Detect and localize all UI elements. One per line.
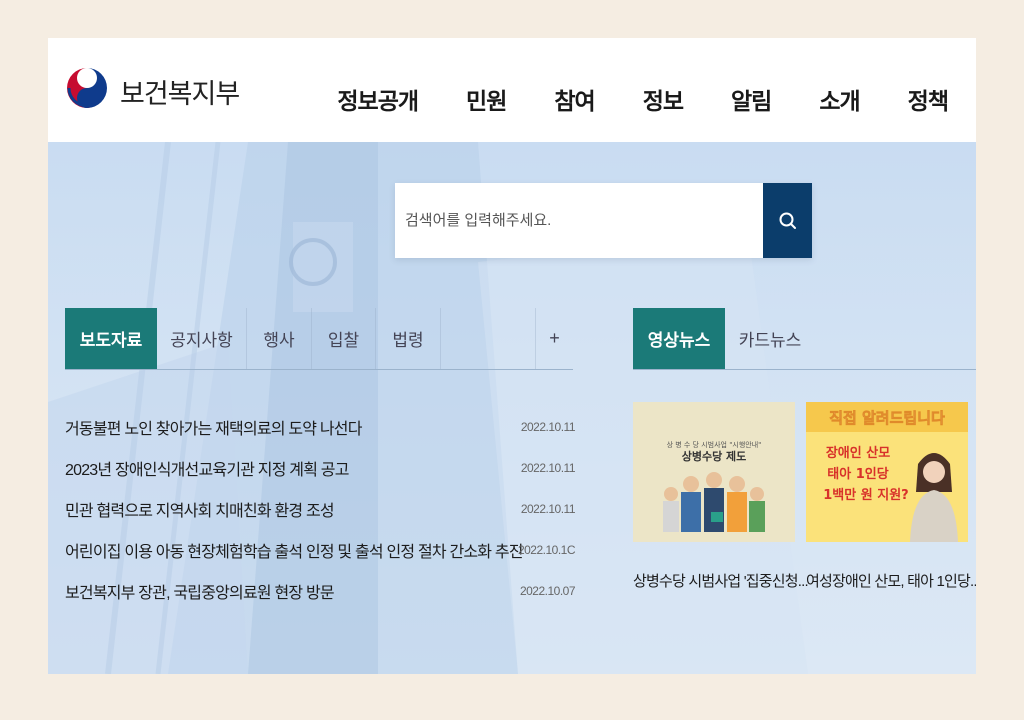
video-caption[interactable]: 상병수당 시범사업 '집중신청... xyxy=(633,570,809,591)
thumb-small-text: 상 병 수 당 시범사업 "시행안내" xyxy=(667,440,762,449)
news-title[interactable]: 어린이집 이용 아동 현장체험학습 출석 인정 및 출석 인정 절차 간소화 추… xyxy=(65,538,524,562)
thumb-line-2: 태아 1인당 xyxy=(827,466,888,482)
news-item: 어린이집 이용 아동 현장체험학습 출석 인정 및 출석 인정 절차 간소화 추… xyxy=(65,529,576,570)
news-title[interactable]: 2023년 장애인식개선교육기관 지정 계획 공고 xyxy=(65,456,349,480)
news-title[interactable]: 보건복지부 장관, 국립중앙의료원 현장 방문 xyxy=(65,579,335,603)
taegeuk-logo-icon xyxy=(67,68,107,108)
ministry-logo[interactable]: 보건복지부 xyxy=(64,58,240,124)
tab-press-release[interactable]: 보도자료 xyxy=(65,308,157,369)
search-button[interactable] xyxy=(763,183,812,258)
nav-about[interactable]: 소개 xyxy=(819,82,860,116)
header: 보건복지부 정보공개 민원 참여 정보 알림 소개 정책 xyxy=(48,38,976,142)
news-date: 2022.10.07 xyxy=(519,583,576,598)
video-caption[interactable]: 여성장애인 산모, 태아 1인당... xyxy=(806,570,976,591)
news-tabs: 보도자료 공지사항 행사 입찰 법령 + xyxy=(65,308,573,370)
video-thumbnail[interactable]: 직접 알려드립니다 장애인 산모 태아 1인당 1백만 원 지원? xyxy=(806,402,968,542)
logo-text: 보건복지부 xyxy=(120,78,240,109)
nav-policy[interactable]: 정책 xyxy=(908,82,949,116)
nav-notice[interactable]: 알림 xyxy=(731,82,772,116)
tab-card-news[interactable]: 카드뉴스 xyxy=(725,308,815,369)
sickness-allowance-illustration: 상 병 수 당 시범사업 "시행안내" 상병수당 제도 xyxy=(633,402,795,542)
news-date: 2022.10.11 xyxy=(520,419,576,434)
news-more-button[interactable]: + xyxy=(535,308,573,369)
pregnancy-support-illustration: 직접 알려드립니다 장애인 산모 태아 1인당 1백만 원 지원? xyxy=(806,402,968,542)
nav-info-disclosure[interactable]: 정보공개 xyxy=(337,82,419,116)
news-title[interactable]: 민관 협력으로 지역사회 치매친화 환경 조성 xyxy=(65,497,335,521)
tab-announcements[interactable]: 공지사항 xyxy=(157,308,247,369)
thumb-banner-text: 직접 알려드립니다 xyxy=(829,409,945,427)
news-item: 2023년 장애인식개선교육기관 지정 계획 공고 2022.10.11 xyxy=(65,447,576,488)
thumb-line-1: 장애인 산모 xyxy=(826,445,890,461)
search-icon xyxy=(779,212,796,229)
news-item: 보건복지부 장관, 국립중앙의료원 현장 방문 2022.10.07 xyxy=(65,570,576,611)
tab-bidding[interactable]: 입찰 xyxy=(312,308,376,369)
hero-section: 보도자료 공지사항 행사 입찰 법령 + 거동불편 노인 찾아가는 재택의료의 … xyxy=(48,142,976,674)
search-input[interactable] xyxy=(395,183,763,258)
news-date: 2022.10.11 xyxy=(520,501,576,516)
video-thumbnail[interactable]: 상 병 수 당 시범사업 "시행안내" 상병수당 제도 xyxy=(633,402,795,542)
tab-laws[interactable]: 법령 xyxy=(376,308,441,369)
nav-participation[interactable]: 참여 xyxy=(554,82,595,116)
main-navigation: 정보공개 민원 참여 정보 알림 소개 정책 xyxy=(289,82,949,116)
tab-events[interactable]: 행사 xyxy=(247,308,312,369)
news-date: 2022.10.11 xyxy=(520,460,576,475)
nav-civil-complaint[interactable]: 민원 xyxy=(466,82,507,116)
news-title[interactable]: 거동불편 노인 찾아가는 재택의료의 도약 나선다 xyxy=(65,415,362,439)
tab-video-news[interactable]: 영상뉴스 xyxy=(633,308,725,369)
news-item: 민관 협력으로 지역사회 치매친화 환경 조성 2022.10.11 xyxy=(65,488,576,529)
page-frame: 보건복지부 정보공개 민원 참여 정보 알림 소개 정책 검색어를 입력해주세요… xyxy=(48,38,976,674)
nav-information[interactable]: 정보 xyxy=(643,82,684,116)
search-bar xyxy=(395,183,812,258)
news-list: 거동불편 노인 찾아가는 재택의료의 도약 나선다 2022.10.11 202… xyxy=(65,406,576,611)
thumb-title-text: 상병수당 제도 xyxy=(682,449,747,463)
news-date: 2022.10.1C xyxy=(517,542,576,557)
video-tabs: 영상뉴스 카드뉴스 xyxy=(633,308,976,370)
news-item: 거동불편 노인 찾아가는 재택의료의 도약 나선다 2022.10.11 xyxy=(65,406,576,447)
thumb-line-3: 1백만 원 지원? xyxy=(823,487,908,503)
